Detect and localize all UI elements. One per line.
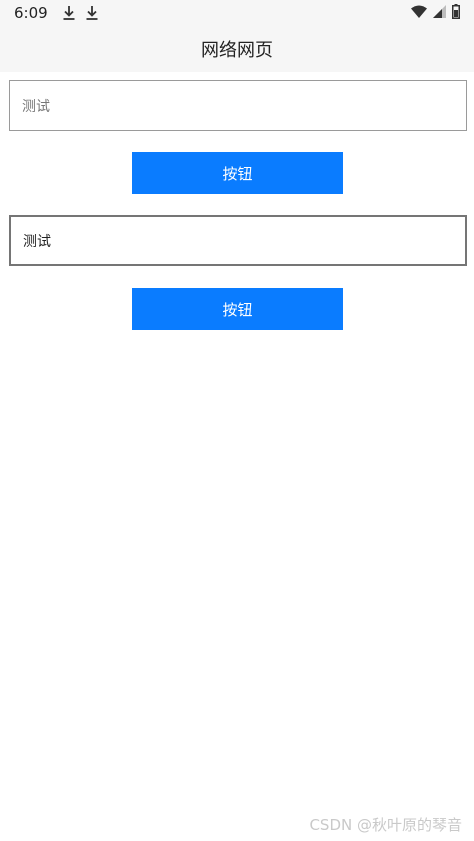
status-time: 6:09 (14, 4, 48, 22)
page-title: 网络网页 (201, 40, 273, 61)
app-bar: 网络网页 (0, 26, 474, 72)
wifi-icon (411, 4, 427, 22)
button-label: 按钮 (222, 164, 253, 183)
button-label: 按钮 (222, 300, 253, 319)
status-icons (411, 3, 460, 23)
test-input-1[interactable]: 测试 (9, 80, 467, 131)
app-screen: 6:09 网络网页 测试 按钮 测试 按钮 CSDN @秋叶原的琴音 (0, 0, 474, 841)
test-input-2[interactable]: 测试 (9, 215, 467, 266)
input-value: 测试 (23, 233, 51, 250)
watermark: CSDN @秋叶原的琴音 (309, 816, 462, 834)
signal-icon (433, 4, 446, 22)
download-icon (62, 5, 76, 21)
submit-button-2[interactable]: 按钮 (132, 288, 343, 330)
battery-icon (452, 3, 460, 23)
input-placeholder: 测试 (22, 98, 50, 115)
status-bar: 6:09 (0, 0, 474, 26)
download-icon (85, 5, 99, 21)
submit-button-1[interactable]: 按钮 (132, 152, 343, 194)
